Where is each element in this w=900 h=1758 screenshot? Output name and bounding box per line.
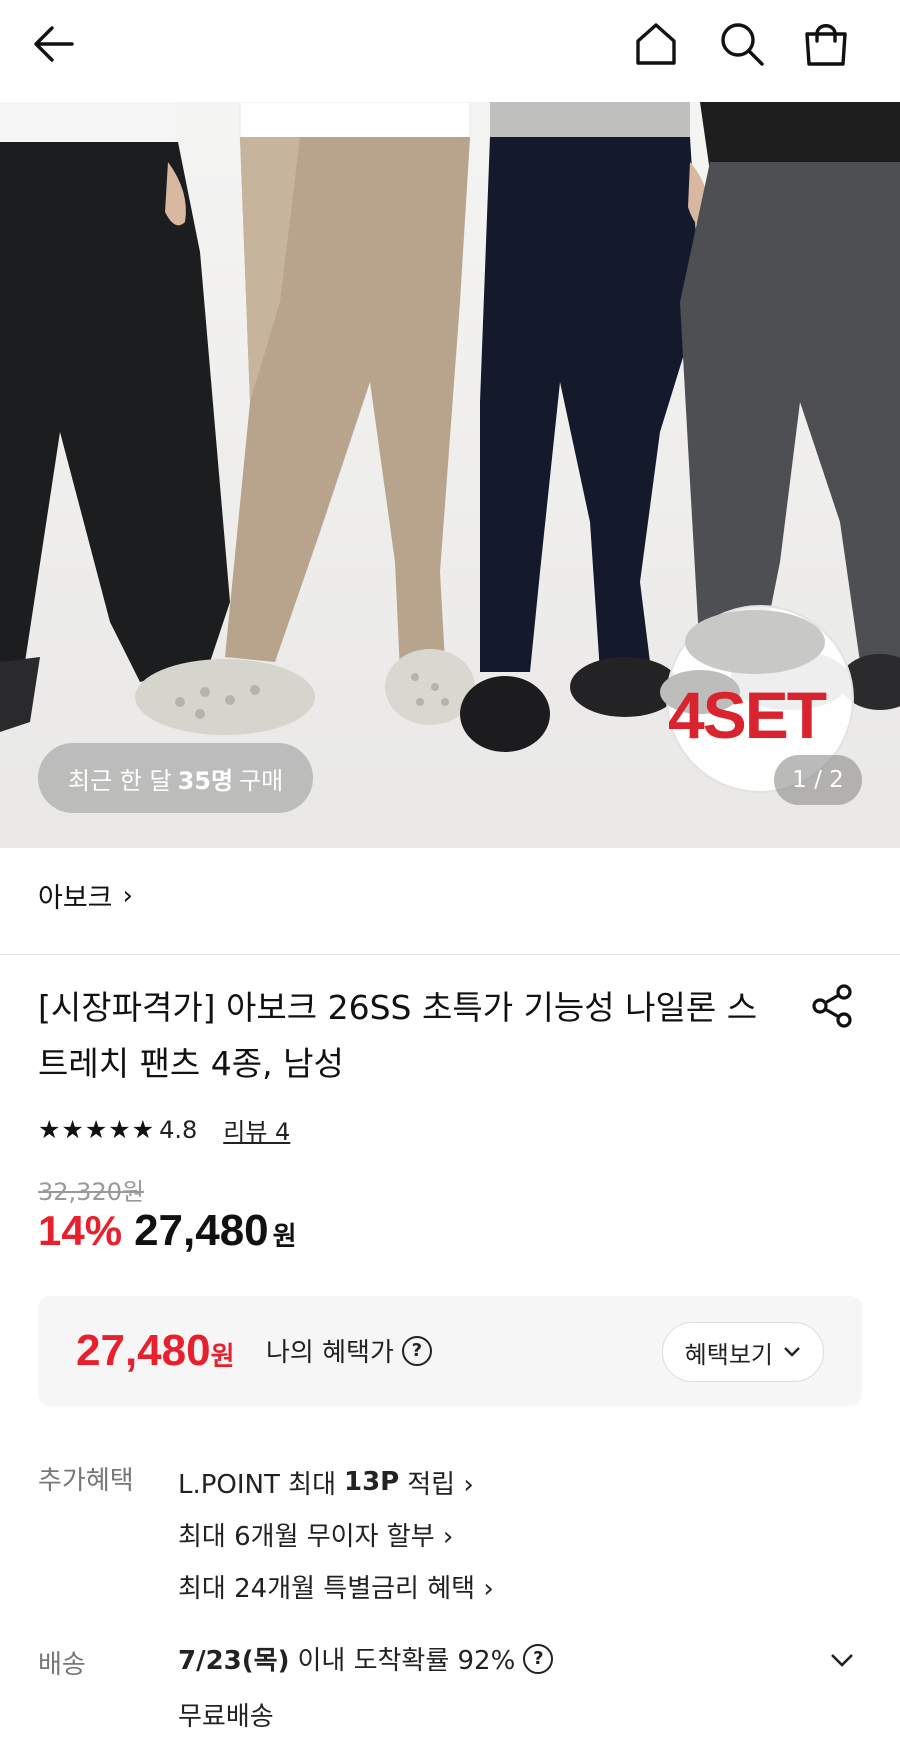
price-row: 14% 27,480 원: [38, 1206, 297, 1256]
review-link[interactable]: 리뷰 4: [223, 1112, 290, 1147]
arrow-left-icon: [34, 26, 74, 62]
cart-button[interactable]: [796, 14, 856, 74]
share-icon: [812, 984, 852, 1028]
star-rating-icon: ★★★★★: [38, 1115, 156, 1144]
search-button[interactable]: [712, 14, 772, 74]
delivery-estimate: 7/23(목) 이내 도착확률 92% ?: [178, 1640, 554, 1677]
sale-price: 27,480: [134, 1206, 269, 1255]
home-icon: [636, 23, 676, 65]
benefit-price-value: 27,480: [76, 1326, 211, 1375]
purchase-suffix: 구매: [239, 766, 284, 795]
divider: [0, 954, 900, 955]
extra-benefits-list: L.POINT 최대 13P 적립 › 최대 6개월 무이자 할부 › 최대 2…: [178, 1456, 494, 1612]
carousel-page-indicator: 1 / 2: [774, 755, 862, 805]
set-label: 4SET: [668, 678, 827, 752]
benefit-item-text: 최대 24개월 특별금리 혜택 ›: [178, 1573, 494, 1604]
benefit-label: 나의 혜택가 ?: [266, 1332, 432, 1369]
benefit-item-bold: 13P: [344, 1467, 400, 1497]
top-app-bar: [0, 0, 900, 102]
delivery-label: 배송: [38, 1650, 86, 1680]
benefit-item-installment[interactable]: 최대 6개월 무이자 할부 ›: [178, 1508, 494, 1560]
benefit-label-text: 나의 혜택가: [266, 1338, 394, 1368]
benefit-item-special-rate[interactable]: 최대 24개월 특별금리 혜택 ›: [178, 1560, 494, 1612]
help-icon[interactable]: ?: [523, 1643, 554, 1674]
brand-name: 아보크: [38, 883, 113, 914]
rating-value: 4.8: [159, 1115, 198, 1144]
benefit-item-text: L.POINT 최대: [178, 1469, 336, 1500]
benefit-item-lpoint[interactable]: L.POINT 최대 13P 적립 ›: [178, 1456, 494, 1508]
home-button[interactable]: [626, 14, 686, 74]
extra-benefits-label: 추가혜택: [38, 1466, 134, 1496]
recent-purchase-badge: 최근 한 달 35명 구매: [38, 743, 314, 813]
discount-rate: 14%: [38, 1207, 123, 1254]
currency-unit: 원: [272, 1222, 297, 1252]
chevron-down-icon: [784, 1347, 800, 1357]
benefit-item-suffix: 적립 ›: [407, 1469, 474, 1500]
search-icon: [721, 23, 764, 66]
benefit-price: 27,480원: [76, 1326, 235, 1376]
help-icon[interactable]: ?: [401, 1335, 432, 1366]
original-price: 32,320원: [38, 1178, 145, 1206]
purchase-prefix: 최근 한 달: [68, 766, 172, 795]
shopping-bag-icon: [805, 24, 847, 66]
view-benefits-label: 혜택보기: [684, 1340, 773, 1369]
chevron-right-icon: ›: [122, 880, 133, 911]
share-button[interactable]: [808, 982, 856, 1030]
free-shipping-text: 무료배송: [178, 1702, 274, 1732]
brand-link[interactable]: 아보크 ›: [38, 876, 133, 915]
view-benefits-button[interactable]: 혜택보기: [661, 1322, 824, 1382]
benefit-currency: 원: [210, 1341, 235, 1371]
chevron-down-icon: [831, 1654, 853, 1667]
benefit-item-text: 최대 6개월 무이자 할부 ›: [178, 1521, 454, 1552]
purchase-count: 35명: [177, 766, 234, 795]
product-image-carousel[interactable]: 최근 한 달 35명 구매 4SET 1 / 2: [0, 102, 900, 848]
back-button[interactable]: [24, 14, 84, 74]
delivery-date: 7/23(목): [178, 1646, 290, 1676]
benefit-price-box: 27,480원 나의 혜택가 ? 혜택보기: [38, 1296, 862, 1406]
delivery-expand-button[interactable]: [824, 1642, 860, 1678]
delivery-probability: 이내 도착확률 92%: [297, 1646, 516, 1676]
product-title: [시장파격가] 아보크 26SS 초특가 기능성 나일론 스트레치 팬츠 4종,…: [38, 988, 758, 1083]
rating-row: ★★★★★ 4.8 리뷰 4: [38, 1112, 290, 1147]
